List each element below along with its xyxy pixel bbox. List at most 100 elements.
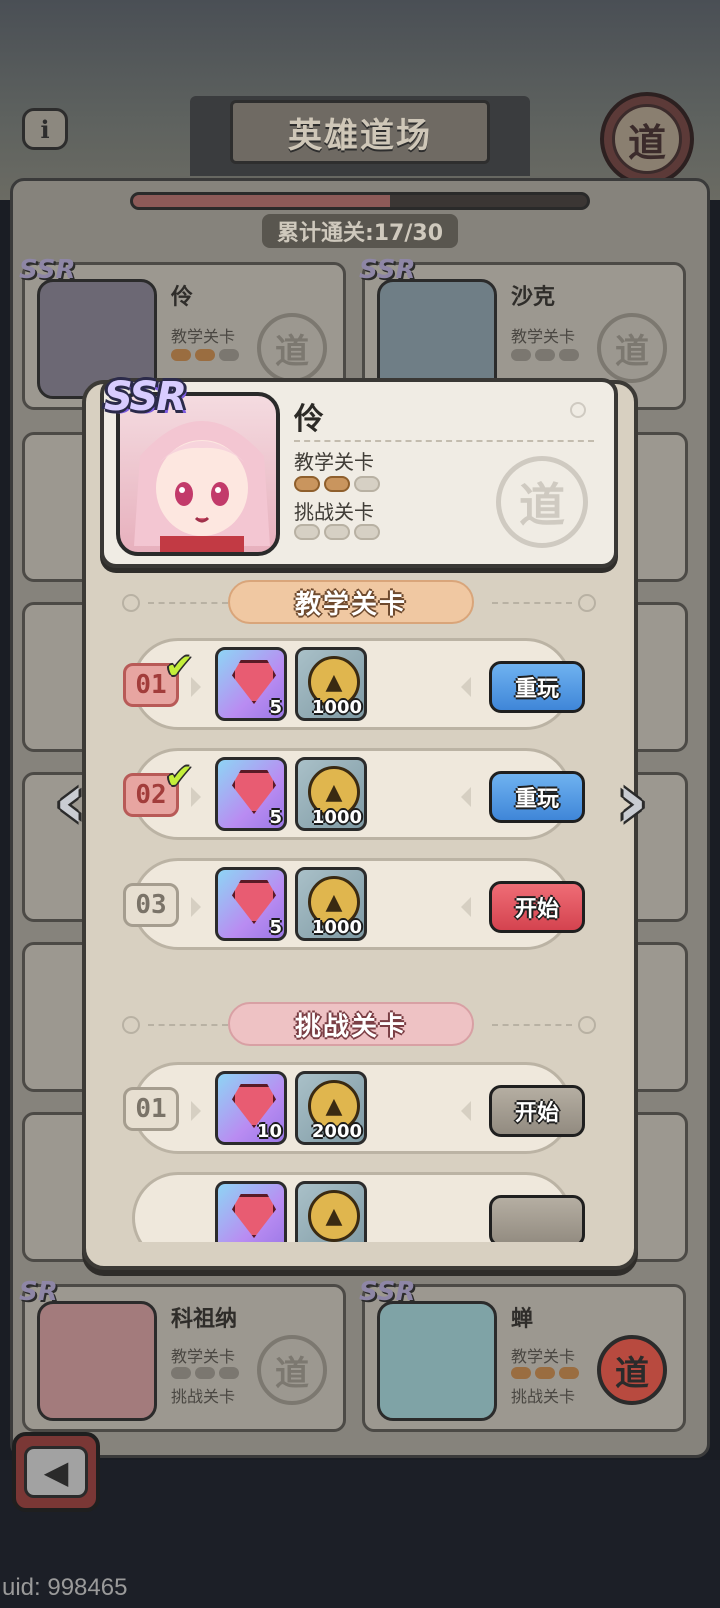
coin-reward[interactable]: ▲ 1000 [295,647,367,721]
hero-portrait-art [134,421,270,552]
progress-pip [354,524,380,540]
progress-pip [294,524,320,540]
hero-portrait [377,1301,497,1421]
challenge-level-row: 01 10 ▲ 2000 开始 [123,1062,585,1154]
reward-quantity: 1000 [311,917,362,938]
hero-name: 蝉 [511,1307,534,1332]
replay-button[interactable]: 重玩 [489,771,585,823]
progress-pip [324,476,350,492]
tutorial-section-title: 教学关卡 [228,580,474,624]
clear-progress-bar [130,192,590,210]
level-number: 03 [123,883,179,927]
rarity-badge: SSR [359,1277,416,1307]
uid-label: uid: 998465 [2,1574,128,1601]
gem-reward[interactable]: 5 [215,757,287,831]
clear-progress-label: 累计通关:17/30 [262,214,458,248]
gem-reward[interactable]: 5 [215,867,287,941]
challenge-level-row-partial: ▲ [132,1172,585,1242]
info-icon[interactable]: i [22,108,68,150]
back-button[interactable]: ◀ [12,1432,100,1512]
dao-stamp-icon: 道 [496,456,588,548]
back-arrow-icon: ◀ [24,1446,88,1498]
tutorial-level-row: 03 5 ▲ 1000 开始 [123,858,585,950]
start-button[interactable] [489,1195,585,1242]
tutorial-section-header: 教学关卡 [82,580,638,626]
gem-icon [232,1194,276,1238]
tutorial-progress [511,349,579,361]
tutorial-label: 教学关卡 [171,327,236,346]
dao-stamp-icon: 道 [257,313,327,383]
divider [492,602,572,604]
dao-stamp-icon: 道 [257,1335,327,1405]
dao-medal-icon: 道 [612,104,682,174]
gem-reward[interactable]: 10 [215,1071,287,1145]
row-ornament [461,787,471,807]
tutorial-label: 教学关卡 [294,450,374,474]
challenge-section-title: 挑战关卡 [228,1002,474,1046]
clear-progress-fill [133,195,391,207]
coin-reward[interactable]: ▲ [295,1181,367,1242]
tutorial-progress [511,1367,579,1379]
tutorial-progress [171,1367,239,1379]
gem-reward[interactable] [215,1181,287,1242]
tutorial-label: 教学关卡 [511,1347,576,1366]
row-ornament [191,897,201,917]
progress-pip [324,524,350,540]
hero-dojo-screen: 英雄道场 i 道 累计通关:17/30 SSR 伶 教学关卡 道 SSR 沙克 … [0,0,720,1608]
ornament-icon [122,594,140,612]
reward-quantity: 5 [269,917,282,938]
dao-stamp-icon: 道 [597,313,667,383]
challenge-label: 挑战关卡 [511,1387,576,1406]
challenge-label: 挑战关卡 [294,500,374,524]
reward-quantity: 1000 [311,807,362,828]
divider [148,1024,228,1026]
dojo-medal-button[interactable]: 道 [600,92,694,186]
tutorial-progress [294,476,380,492]
coin-reward[interactable]: ▲ 1000 [295,757,367,831]
ornament-icon [578,594,596,612]
divider [148,602,228,604]
tutorial-label: 教学关卡 [171,1347,236,1366]
row-ornament [461,897,471,917]
reward-quantity: 5 [269,697,282,718]
row-ornament [461,677,471,697]
tutorial-level-row: 01 ✔ 5 ▲ 1000 重玩 [123,638,585,730]
rarity-badge: SSR [359,255,416,285]
hero-detail-card: SSR 伶 教学关卡 挑战关卡 道 [100,374,618,568]
ornament-icon [578,1016,596,1034]
hero-name: 伶 [171,285,194,310]
row-ornament [191,787,201,807]
challenge-label: 挑战关卡 [171,1387,236,1406]
row-ornament [191,1101,201,1121]
progress-pip [294,476,320,492]
gem-reward[interactable]: 5 [215,647,287,721]
pin-icon [570,402,586,418]
rarity-badge: SR [19,1277,58,1307]
page-title: 英雄道场 [230,100,490,164]
hero-card-kozuna[interactable]: SR 科祖纳 教学关卡 挑战关卡 道 [19,1277,346,1432]
replay-button[interactable]: 重玩 [489,661,585,713]
hero-card-chan[interactable]: SSR 蝉 教学关卡 挑战关卡 道 [359,1277,686,1432]
progress-pip [354,476,380,492]
tutorial-progress [171,349,239,361]
divider [294,440,594,442]
coin-reward[interactable]: ▲ 2000 [295,1071,367,1145]
reward-quantity: 1000 [311,697,362,718]
check-icon: ✔ [165,757,194,797]
reward-quantity: 5 [269,807,282,828]
start-button[interactable]: 开始 [489,881,585,933]
tutorial-label: 教学关卡 [511,327,576,346]
rarity-badge: SSR [104,374,187,420]
level-list[interactable]: 教学关卡 01 ✔ 5 ▲ 1000 重玩 02 ✔ 5 ▲ 1000 重玩 0… [82,570,638,1242]
reward-quantity: 2000 [311,1121,362,1142]
challenge-section-header: 挑战关卡 [82,1002,638,1048]
row-ornament [461,1101,471,1121]
start-button[interactable]: 开始 [489,1085,585,1137]
row-ornament [191,677,201,697]
tutorial-level-row: 02 ✔ 5 ▲ 1000 重玩 [123,748,585,840]
divider [492,1024,572,1026]
check-icon: ✔ [165,647,194,687]
rarity-badge: SSR [19,255,76,285]
reward-quantity: 10 [256,1121,282,1142]
coin-reward[interactable]: ▲ 1000 [295,867,367,941]
